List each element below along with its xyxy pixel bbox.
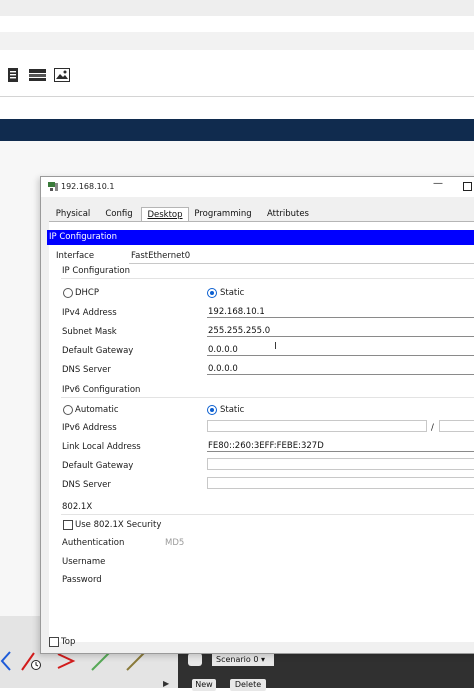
- scenario-icon[interactable]: [188, 653, 202, 666]
- maximize-button[interactable]: [463, 182, 472, 191]
- dhcp-radio[interactable]: [63, 288, 73, 298]
- dialog-title: 192.168.10.1: [61, 182, 115, 191]
- pc-app-icon: [48, 182, 58, 191]
- delete-scenario-button[interactable]: Delete: [230, 679, 266, 691]
- tab-config[interactable]: Config: [99, 207, 139, 221]
- top-strip: [0, 0, 474, 16]
- ipv6-section-line: [61, 397, 474, 398]
- scenario-select[interactable]: Scenario 0 ▾: [212, 653, 274, 666]
- device-list-icon[interactable]: [29, 68, 46, 82]
- minimize-button[interactable]: —: [433, 178, 443, 189]
- text-cursor-icon: I: [274, 341, 277, 352]
- interface-value[interactable]: FastEthernet0: [131, 251, 190, 261]
- default-gateway-label: Default Gateway: [62, 346, 134, 356]
- authentication-label: Authentication: [62, 538, 125, 548]
- interface-label: Interface: [56, 251, 95, 261]
- scenario-select-label: Scenario 0: [216, 655, 259, 664]
- link-local-input[interactable]: FE80::260:3EFF:FEBE:327D: [207, 440, 474, 452]
- static-ipv4-label: Static: [220, 288, 245, 298]
- ipv4-address-input[interactable]: 192.168.10.1: [207, 306, 474, 318]
- menu-strip: [0, 32, 474, 50]
- toolbar: [0, 62, 474, 90]
- ipv6-section-title: IPv6 Configuration: [62, 385, 141, 395]
- ipv6-static-radio[interactable]: [207, 405, 217, 415]
- dot1x-section-line: [61, 514, 474, 515]
- ipv6-automatic-radio[interactable]: [63, 405, 73, 415]
- top-checkbox[interactable]: [49, 637, 59, 647]
- password-input[interactable]: [165, 573, 474, 585]
- subnet-mask-input[interactable]: 255.255.255.0: [207, 325, 474, 337]
- toolbar-divider: [0, 96, 474, 97]
- ipv6-dns-input[interactable]: [207, 477, 474, 489]
- ipv6-address-label: IPv6 Address: [62, 423, 117, 433]
- tab-desktop[interactable]: Desktop: [141, 207, 189, 222]
- ip-config-header: IP Configuration: [47, 230, 474, 245]
- tab-programming[interactable]: Programming: [189, 207, 257, 221]
- interface-separator: [129, 263, 474, 264]
- ipv6-automatic-label: Automatic: [75, 405, 119, 415]
- new-scenario-button[interactable]: New: [192, 679, 216, 691]
- dns-server-input[interactable]: 0.0.0.0: [207, 363, 474, 375]
- top-label: Top: [61, 637, 76, 647]
- dhcp-label: DHCP: [75, 288, 99, 298]
- default-gateway-input[interactable]: 0.0.0.0: [207, 344, 474, 356]
- username-label: Username: [62, 557, 106, 567]
- ipv6-gateway-label: Default Gateway: [62, 461, 134, 471]
- ipv4-section-title: IP Configuration: [62, 266, 130, 276]
- connection-blue-icon[interactable]: [0, 650, 14, 672]
- subnet-mask-label: Subnet Mask: [62, 327, 117, 337]
- ipv6-dns-label: DNS Server: [62, 480, 111, 490]
- image-icon[interactable]: [54, 68, 70, 82]
- password-label: Password: [62, 575, 102, 585]
- link-local-label: Link Local Address: [62, 442, 141, 452]
- use-8021x-checkbox[interactable]: [63, 520, 73, 530]
- static-ipv4-radio[interactable]: [207, 288, 217, 298]
- dns-server-label: DNS Server: [62, 365, 111, 375]
- authentication-select[interactable]: MD5: [165, 538, 184, 548]
- ipv6-prefix-separator: /: [431, 423, 434, 433]
- tab-attributes[interactable]: Attributes: [261, 207, 315, 221]
- ipv4-section-line: [61, 278, 474, 279]
- connection-red-clock-icon[interactable]: [20, 650, 42, 672]
- use-8021x-label: Use 802.1X Security: [75, 520, 162, 530]
- ipv6-prefix-input[interactable]: [439, 420, 474, 432]
- ipv6-address-input[interactable]: [207, 420, 427, 432]
- pc-dialog: 192.168.10.1 — Physical Config Desktop P…: [40, 176, 474, 654]
- collapse-arrow-icon[interactable]: ▶: [163, 679, 169, 688]
- username-input[interactable]: [165, 555, 474, 567]
- ipv4-address-label: IPv4 Address: [62, 308, 117, 318]
- notes-icon[interactable]: [6, 68, 20, 82]
- dialog-titlebar[interactable]: 192.168.10.1 —: [41, 177, 474, 197]
- ipv6-gateway-input[interactable]: [207, 458, 474, 470]
- ipv6-static-label: Static: [220, 405, 245, 415]
- tab-physical[interactable]: Physical: [49, 207, 97, 221]
- dot1x-section-title: 802.1X: [62, 502, 93, 512]
- navy-bar: [0, 119, 474, 141]
